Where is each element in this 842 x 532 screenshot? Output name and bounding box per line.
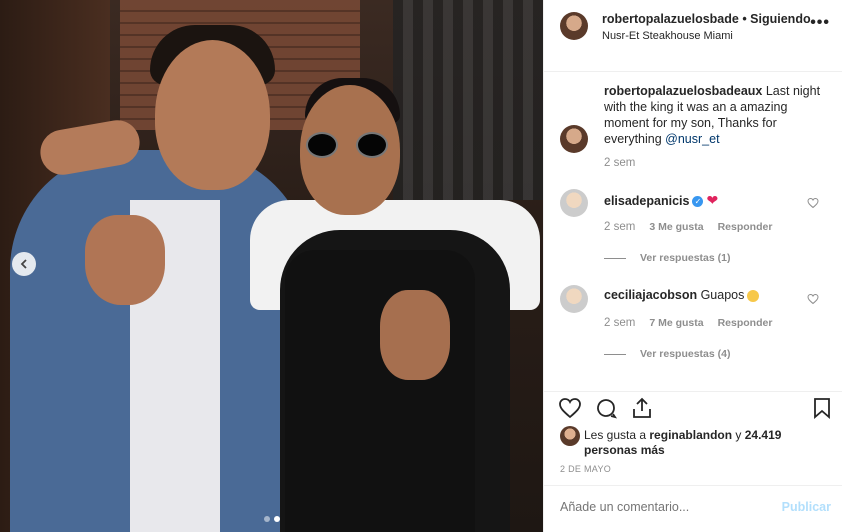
caption-avatar[interactable]: [560, 125, 588, 153]
author-avatar[interactable]: [560, 12, 588, 40]
post-header: robertopalazuelosbade • Siguiendo Nusr-E…: [544, 0, 842, 72]
likes-text: Les gusta a reginablandon y 24.419 perso…: [584, 428, 784, 458]
comment-like-heart-icon[interactable]: [807, 293, 819, 305]
post-sidebar: robertopalazuelosbade • Siguiendo Nusr-E…: [543, 0, 842, 532]
comment-icon[interactable]: [594, 396, 618, 420]
caption-text: robertopalazuelosbadeaux Last night with…: [604, 83, 829, 147]
action-bar: [544, 391, 842, 423]
author-line: robertopalazuelosbade • Siguiendo: [602, 12, 811, 26]
replies-divider: [604, 353, 626, 355]
comment-line: ceciliajacobson Guapos: [604, 288, 760, 302]
liker-avatar[interactable]: [560, 426, 580, 446]
carousel-dots: [264, 516, 280, 522]
carousel-dot-active: [274, 516, 280, 522]
comment-avatar[interactable]: [560, 285, 588, 313]
view-replies-label: Ver respuestas (1): [640, 252, 731, 264]
comment-text: Guapos: [697, 288, 745, 302]
view-replies-label: Ver respuestas (4): [640, 348, 731, 360]
carousel-dot: [264, 516, 270, 522]
comment-line: elisadepanicis ✓ ❤: [604, 192, 718, 209]
comment-username[interactable]: elisadepanicis: [604, 194, 689, 208]
view-replies-button[interactable]: Ver respuestas (4): [604, 348, 730, 360]
comment-input[interactable]: [560, 500, 760, 514]
chevron-left-icon: [20, 259, 27, 269]
location-link[interactable]: Nusr-Et Steakhouse Miami: [602, 30, 733, 42]
reply-button[interactable]: Responder: [718, 317, 773, 329]
person-right-vest: [285, 250, 475, 532]
replies-divider: [604, 257, 626, 259]
separator: •: [738, 12, 751, 26]
caption-mention-link[interactable]: @nusr_et: [665, 132, 719, 146]
heart-icon[interactable]: [558, 396, 582, 420]
likes-prefix: Les gusta a: [584, 428, 650, 442]
likes-middle: y: [732, 428, 745, 442]
post-date[interactable]: 2 DE MAYO: [560, 464, 611, 474]
share-icon[interactable]: [630, 396, 654, 420]
person-left-hand: [85, 215, 165, 305]
comment-avatar[interactable]: [560, 189, 588, 217]
post-photo[interactable]: [0, 0, 543, 532]
comment-meta: 2 sem 3 Me gusta Responder: [604, 221, 772, 233]
carousel-prev-button[interactable]: [12, 252, 36, 276]
comment-time[interactable]: 2 sem: [604, 317, 635, 329]
caption-time[interactable]: 2 sem: [604, 157, 635, 169]
comment-like-heart-icon[interactable]: [807, 197, 819, 209]
background-slats: [393, 0, 543, 200]
more-options-icon[interactable]: •••: [810, 14, 830, 32]
view-replies-button[interactable]: Ver respuestas (1): [604, 252, 730, 264]
liker-username[interactable]: reginablandon: [649, 428, 732, 442]
person-right-hand: [380, 290, 450, 380]
follow-status-button[interactable]: Siguiendo: [750, 12, 810, 26]
comment-like-count[interactable]: 7 Me gusta: [649, 317, 703, 329]
person-left-head: [155, 40, 270, 190]
heart-eyes-emoji-icon: [747, 289, 760, 302]
add-comment-bar: Publicar: [544, 485, 842, 532]
comment-like-count[interactable]: 3 Me gusta: [649, 221, 703, 233]
comment-meta: 2 sem 7 Me gusta Responder: [604, 317, 772, 329]
verified-badge-icon: ✓: [692, 196, 704, 208]
comment-time[interactable]: 2 sem: [604, 221, 635, 233]
reply-button[interactable]: Responder: [718, 221, 773, 233]
author-username[interactable]: robertopalazuelosbade: [602, 12, 739, 26]
bookmark-icon[interactable]: [810, 396, 834, 420]
caption-username[interactable]: robertopalazuelosbadeaux: [604, 84, 762, 98]
sunglasses: [306, 132, 396, 160]
heart-emoji-icon: ❤: [706, 192, 719, 208]
post-comment-button[interactable]: Publicar: [782, 500, 831, 514]
comment-username[interactable]: ceciliajacobson: [604, 288, 697, 302]
comments-section: robertopalazuelosbadeaux Last night with…: [544, 73, 842, 391]
